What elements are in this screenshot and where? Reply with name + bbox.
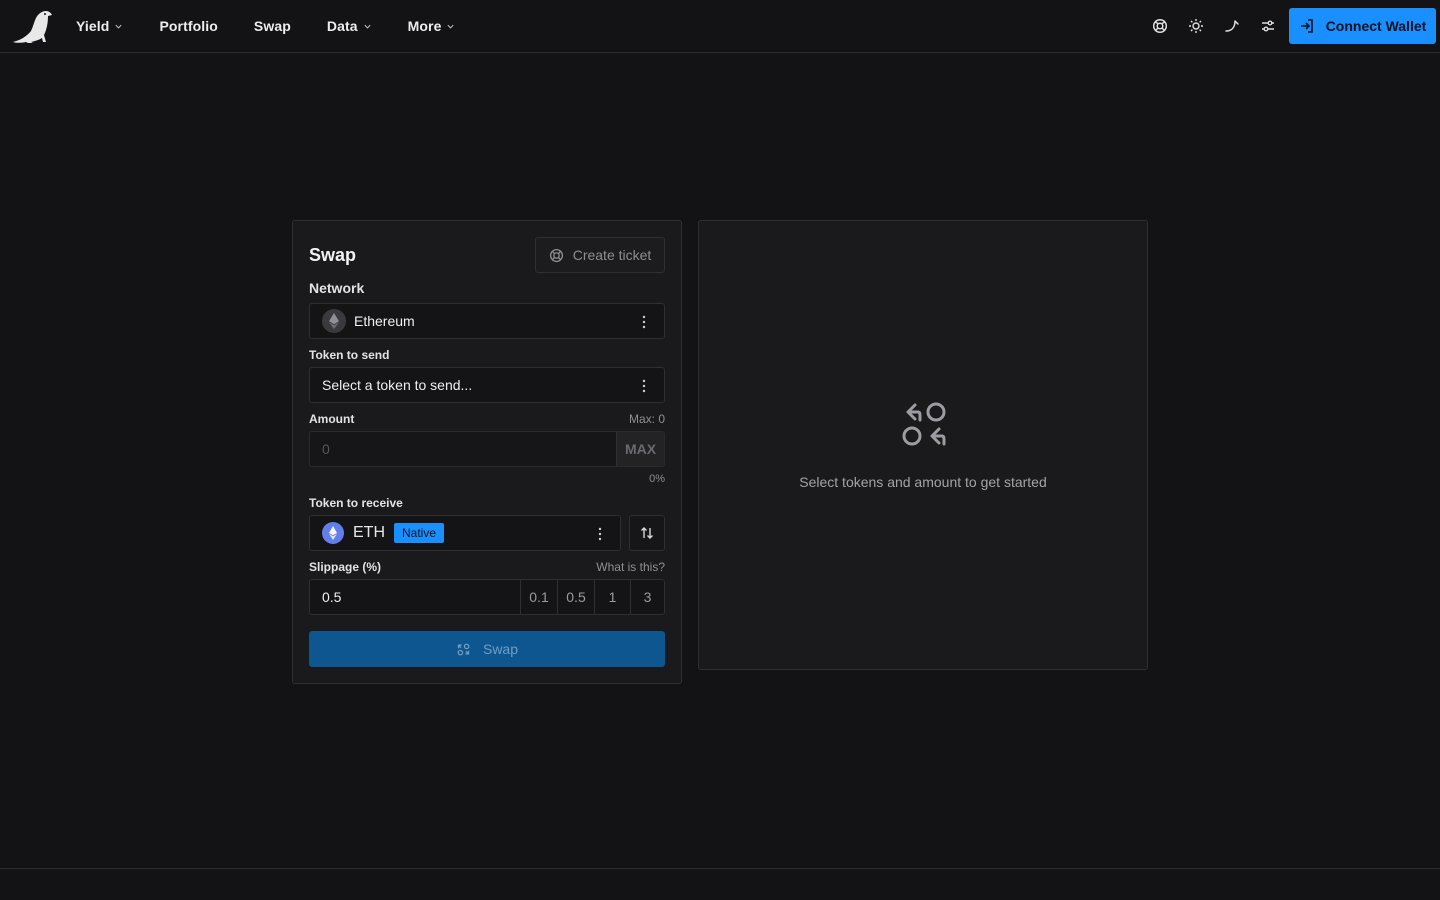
connect-wallet-label: Connect Wallet <box>1325 18 1427 34</box>
connect-wallet-button[interactable]: Connect Wallet <box>1289 8 1436 44</box>
amount-percent: 0% <box>649 473 665 485</box>
settings-sliders-icon[interactable] <box>1257 15 1279 37</box>
nav-portfolio-label: Portfolio <box>159 18 218 34</box>
quote-panel-message: Select tokens and amount to get started <box>799 474 1047 490</box>
token-send-select[interactable]: Select a token to send... <box>309 367 665 403</box>
swap-submit-button[interactable]: Swap <box>309 631 665 667</box>
swap-arrows-icon <box>457 643 470 655</box>
footer <box>0 868 1440 900</box>
amount-field: MAX <box>309 431 665 467</box>
slippage-help-link[interactable]: What is this? <box>596 560 665 574</box>
kebab-menu-icon <box>598 527 602 541</box>
slippage-option-0.5[interactable]: 0.5 <box>557 580 594 614</box>
swap-card-title: Swap <box>309 245 357 265</box>
chevron-down-icon <box>364 24 371 29</box>
slippage-option-3[interactable]: 3 <box>630 580 664 614</box>
eth-token-icon <box>322 522 344 544</box>
slippage-label: Slippage (%) <box>309 560 382 574</box>
nav-more-label: More <box>407 18 442 34</box>
slippage-input[interactable] <box>310 580 520 614</box>
nav-portfolio[interactable]: Portfolio <box>159 0 217 52</box>
max-button[interactable]: MAX <box>616 432 664 466</box>
slippage-option-1[interactable]: 1 <box>594 580 630 614</box>
token-receive-label: Token to receive <box>309 496 403 510</box>
amount-label: Amount <box>309 412 355 426</box>
chevron-down-icon <box>447 24 455 29</box>
native-badge: Native <box>394 523 445 543</box>
main-nav: Yield Portfolio Swap Data More <box>76 0 491 52</box>
login-icon <box>1300 19 1313 33</box>
support-icon <box>549 248 563 262</box>
network-value: Ethereum <box>354 313 415 329</box>
amount-input[interactable] <box>310 432 617 466</box>
flip-tokens-button[interactable] <box>629 515 665 551</box>
nav-data[interactable]: Data <box>327 0 372 52</box>
nav-swap[interactable]: Swap <box>254 0 291 52</box>
swap-submit-label: Swap <box>482 641 519 657</box>
ethereum-network-icon <box>322 309 346 333</box>
swap-card: Swap Create ticket Network Ethereum Toke… <box>292 220 682 684</box>
nav-more[interactable]: More <box>408 0 456 52</box>
network-select[interactable]: Ethereum <box>309 303 665 339</box>
create-ticket-label: Create ticket <box>572 247 652 263</box>
token-send-label: Token to send <box>309 348 390 362</box>
token-receive-select[interactable]: ETH Native <box>309 515 621 551</box>
sun-icon[interactable] <box>1185 15 1207 37</box>
bird-logo-icon[interactable] <box>11 9 53 44</box>
create-ticket-button[interactable]: Create ticket <box>535 237 665 273</box>
nav-yield[interactable]: Yield <box>76 0 123 52</box>
header-icon-group <box>1149 15 1293 37</box>
top-navbar: Yield Portfolio Swap Data More Connect W… <box>0 0 1440 53</box>
nav-yield-label: Yield <box>76 18 110 34</box>
support-icon[interactable] <box>1149 15 1171 37</box>
swap-arrows-icon <box>902 402 946 446</box>
slippage-option-0.1[interactable]: 0.1 <box>520 580 557 614</box>
chevron-down-icon <box>115 24 123 29</box>
curve-icon[interactable] <box>1221 15 1243 37</box>
token-receive-value: ETH <box>353 524 385 541</box>
kebab-menu-icon <box>642 315 646 329</box>
token-send-placeholder: Select a token to send... <box>322 377 473 393</box>
nav-swap-label: Swap <box>253 18 291 34</box>
kebab-menu-icon <box>642 379 646 393</box>
amount-max-text: Max: 0 <box>628 412 665 426</box>
slippage-field: 0.1 0.5 1 3 <box>309 579 665 615</box>
nav-data-label: Data <box>326 18 358 34</box>
network-label: Network <box>309 280 365 296</box>
swap-vertical-icon <box>641 527 653 539</box>
quote-panel: Select tokens and amount to get started <box>698 220 1148 670</box>
